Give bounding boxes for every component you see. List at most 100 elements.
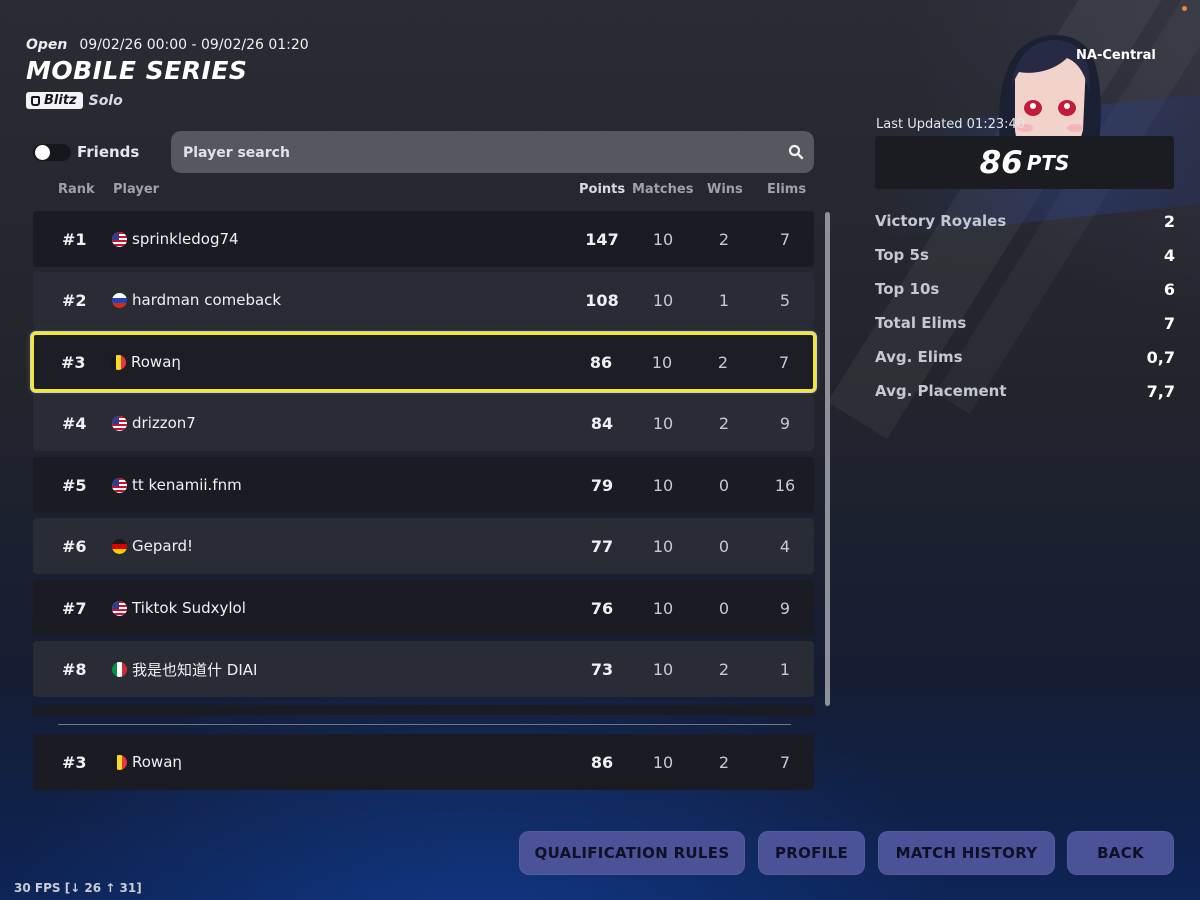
flag-us-icon	[112, 231, 127, 247]
row-player: Tiktok Sudxylol	[112, 580, 246, 636]
row-elims: 7	[779, 752, 791, 772]
last-updated: Last Updated 01:23:40	[876, 117, 1026, 132]
toggle-knob	[35, 145, 50, 160]
row-rank: #3	[61, 352, 86, 372]
row-matches: 10	[652, 752, 674, 772]
row-matches: 10	[652, 290, 674, 310]
row-points: 86	[589, 352, 613, 372]
row-player: hardman comeback	[112, 272, 281, 328]
leaderboard-row[interactable]: #5 tt kenamii.fnm 79 10 0 16	[33, 457, 814, 513]
leaderboard-scrollbar[interactable]	[825, 212, 830, 706]
points-value: 86	[979, 144, 1023, 181]
row-points: 76	[590, 598, 614, 618]
mode-info: Blitz Solo	[26, 92, 123, 109]
row-elims: 4	[779, 536, 791, 556]
back-button[interactable]: BACK	[1067, 831, 1174, 875]
row-rank: #4	[62, 413, 87, 433]
stat-label: Avg. Placement	[875, 382, 1007, 400]
stat-label: Top 5s	[875, 246, 929, 264]
row-player-name: Tiktok Sudxylol	[132, 599, 246, 617]
friends-toggle[interactable]	[33, 144, 71, 161]
row-points: 79	[590, 475, 614, 495]
fps-counter: 30 FPS [↓ 26 ↑ 31]	[14, 881, 142, 895]
stat-label: Top 10s	[875, 280, 940, 298]
row-matches: 10	[652, 229, 674, 249]
row-player: Rowaη	[112, 734, 182, 790]
column-header-wins[interactable]: Wins	[707, 182, 743, 197]
row-rank: #8	[62, 659, 87, 679]
leaderboard-row[interactable]: #1 sprinkledog74 147 10 2 7	[33, 211, 814, 267]
player-search-box[interactable]	[171, 131, 814, 175]
mode-badge: Blitz	[26, 92, 83, 109]
stat-label: Victory Royales	[875, 212, 1007, 230]
row-wins: 0	[718, 475, 730, 495]
stat-row: Top 10s 6	[875, 277, 1175, 301]
row-elims: 9	[779, 413, 791, 433]
column-header-elims[interactable]: Elims	[767, 182, 806, 197]
row-elims: 1	[779, 659, 791, 679]
points-unit: PTS	[1026, 150, 1070, 175]
flag-us-icon	[112, 600, 127, 616]
row-player-name: sprinkledog74	[132, 230, 239, 248]
flag-us-icon	[112, 477, 127, 493]
bag-icon	[31, 95, 40, 106]
row-player-name: drizzon7	[132, 414, 196, 432]
row-points: 77	[590, 536, 614, 556]
row-player-name: tt kenamii.fnm	[132, 476, 242, 494]
row-player-name: hardman comeback	[132, 291, 282, 309]
row-elims: 7	[778, 352, 790, 372]
stat-value: 7	[1163, 313, 1175, 333]
row-matches: 10	[652, 598, 674, 618]
row-elims: 16	[774, 475, 796, 495]
row-player-name: 我是也知道什 DIAI	[132, 660, 258, 679]
pinned-player-row[interactable]: #3 Rowaη 86 10 2 7	[33, 734, 814, 790]
flag-be-icon	[111, 354, 126, 370]
stat-label: Avg. Elims	[875, 348, 963, 366]
match-history-button[interactable]: MATCH HISTORY	[878, 831, 1055, 875]
row-rank: #7	[62, 598, 87, 618]
flag-it-icon	[112, 661, 127, 677]
divider	[58, 724, 791, 725]
leaderboard-row[interactable]: #8 我是也知道什 DIAI 73 10 2 1	[33, 641, 814, 697]
row-player: tt kenamii.fnm	[112, 457, 242, 513]
column-header-rank: Rank	[58, 182, 95, 197]
stat-value: 2	[1163, 211, 1175, 231]
row-points: 73	[590, 659, 614, 679]
column-header-matches[interactable]: Matches	[632, 182, 693, 197]
row-points: 84	[590, 413, 614, 433]
row-player: drizzon7	[112, 395, 196, 451]
friends-toggle-label: Friends	[77, 143, 140, 161]
leaderboard-row[interactable]: #4 drizzon7 84 10 2 9	[33, 395, 814, 451]
stat-row: Avg. Placement 7,7	[875, 379, 1175, 403]
mode-sub-label: Solo	[88, 92, 123, 109]
stat-value: 7,7	[1146, 381, 1175, 401]
column-header-points[interactable]: Points	[579, 182, 625, 197]
stat-row: Avg. Elims 0,7	[875, 345, 1175, 369]
leaderboard-row-current-player[interactable]: #3 Rowaη 86 10 2 7	[31, 332, 816, 392]
row-rank: #1	[62, 229, 87, 249]
row-points: 108	[585, 290, 619, 310]
row-points: 147	[585, 229, 619, 249]
leaderboard-row[interactable]: #7 Tiktok Sudxylol 76 10 0 9	[33, 580, 814, 636]
row-player-name: Rowaη	[132, 753, 182, 771]
mode-badge-label: Blitz	[44, 93, 77, 108]
points-summary-card: 86 PTS	[875, 136, 1174, 189]
search-icon[interactable]	[788, 144, 804, 160]
qualification-rules-button[interactable]: QUALIFICATION RULES	[519, 831, 745, 875]
leaderboard-row[interactable]: #2 hardman comeback 108 10 1 5	[33, 272, 814, 328]
event-dates: 09/02/26 00:00 - 09/02/26 01:20	[79, 37, 309, 53]
row-elims: 9	[779, 598, 791, 618]
stat-label: Total Elims	[875, 314, 967, 332]
row-points: 86	[590, 752, 614, 772]
flag-de-icon	[112, 538, 127, 554]
player-search-input[interactable]	[181, 131, 775, 175]
row-wins: 2	[718, 752, 730, 772]
row-matches: 10	[652, 536, 674, 556]
row-rank: #2	[62, 290, 87, 310]
row-elims: 5	[779, 290, 791, 310]
leaderboard-row[interactable]: #6 Gepard! 77 10 0 4	[33, 518, 814, 574]
stat-value: 6	[1163, 279, 1175, 299]
region-label: NA-Central	[1076, 48, 1156, 63]
row-player: Rowaη	[111, 335, 181, 389]
profile-button[interactable]: PROFILE	[758, 831, 865, 875]
